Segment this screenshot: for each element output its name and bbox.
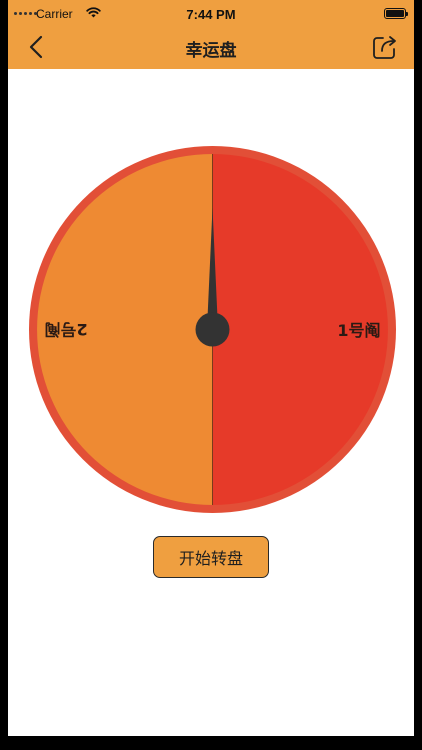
page-title: 幸运盘 xyxy=(185,41,237,61)
app-screen: Carrier 7:44 PM 幸运盘 1号阄 2号阄 开始转盘 xyxy=(8,0,414,736)
lucky-wheel[interactable]: 1号阄 2号阄 xyxy=(29,146,396,513)
battery-icon xyxy=(384,8,408,19)
share-icon xyxy=(373,36,396,59)
start-spin-button[interactable]: 开始转盘 xyxy=(153,536,269,578)
header-bar: Carrier 7:44 PM 幸运盘 xyxy=(8,0,414,69)
wheel-hub xyxy=(195,312,230,347)
status-time: 7:44 PM xyxy=(186,7,236,22)
status-bar: Carrier 7:44 PM xyxy=(8,0,414,28)
segment-label-1: 1号阄 xyxy=(337,321,380,340)
segment-label-2: 2号阄 xyxy=(44,320,87,339)
share-button[interactable] xyxy=(370,32,400,62)
